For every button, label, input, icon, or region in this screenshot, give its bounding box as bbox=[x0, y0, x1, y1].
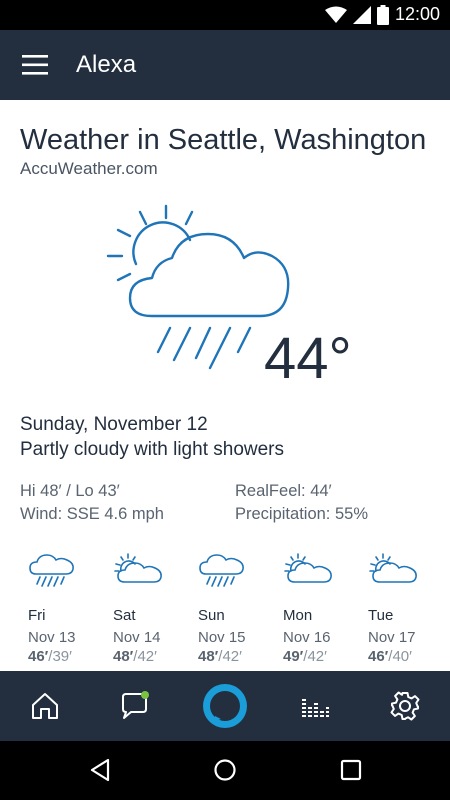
weather-title: Weather in Seattle, Washington bbox=[20, 124, 427, 156]
forecast-high: 48′ bbox=[113, 648, 134, 665]
hamburger-menu-icon bbox=[22, 55, 48, 75]
weather-card: Weather in Seattle, Washington AccuWeath… bbox=[0, 100, 450, 670]
conversations-button[interactable] bbox=[90, 671, 180, 741]
android-navigation-bar bbox=[0, 741, 450, 800]
rain-cloud-icon bbox=[29, 554, 74, 587]
back-icon[interactable] bbox=[86, 755, 116, 785]
forecast-temps: 46′/40′ bbox=[368, 648, 412, 665]
precipitation-chance: Precipitation: 55% bbox=[235, 505, 368, 523]
recents-icon[interactable] bbox=[336, 755, 366, 785]
wind-speed: Wind: SSE 4.6 mph bbox=[20, 505, 164, 523]
settings-gear-icon bbox=[390, 691, 420, 721]
hi-lo-temperature: Hi 48′ / Lo 43′ bbox=[20, 482, 120, 500]
battery-icon bbox=[376, 4, 389, 25]
home-button[interactable] bbox=[0, 671, 90, 741]
forecast-high: 46′ bbox=[368, 648, 389, 665]
rain-cloud-icon bbox=[199, 554, 244, 587]
forecast-day-name: Mon bbox=[283, 607, 313, 624]
forecast-temps: 49′/42′ bbox=[283, 648, 327, 665]
partly-cloudy-icon bbox=[284, 553, 332, 583]
five-day-forecast: Fri Nov 13 46′/39′ Sat Nov 14 48′/42′ Su… bbox=[0, 550, 450, 670]
partly-cloudy-icon bbox=[369, 553, 417, 583]
status-icons: 12:00 bbox=[324, 4, 440, 25]
forecast-day-name: Tue bbox=[368, 607, 394, 624]
music-button[interactable] bbox=[270, 671, 360, 741]
home-circle-icon[interactable] bbox=[210, 755, 240, 785]
forecast-low: /42′ bbox=[218, 648, 242, 665]
forecast-high: 49′ bbox=[283, 648, 304, 665]
home-icon bbox=[32, 693, 58, 719]
bottom-navigation bbox=[0, 671, 450, 741]
music-equalizer-icon bbox=[302, 699, 329, 717]
status-bar: 12:00 bbox=[0, 0, 450, 30]
forecast-date: Nov 16 bbox=[283, 629, 331, 646]
cell-signal-icon bbox=[352, 5, 371, 24]
forecast-day-name: Sat bbox=[113, 607, 136, 624]
forecast-date: Nov 13 bbox=[28, 629, 76, 646]
alexa-ring-icon bbox=[203, 684, 247, 728]
realfeel-temperature: RealFeel: 44′ bbox=[235, 482, 332, 500]
status-time: 12:00 bbox=[394, 4, 440, 24]
forecast-low: /42′ bbox=[133, 648, 157, 665]
settings-button[interactable] bbox=[360, 671, 450, 741]
forecast-high: 48′ bbox=[198, 648, 219, 665]
forecast-high: 46′ bbox=[28, 648, 49, 665]
menu-button[interactable] bbox=[18, 50, 52, 80]
forecast-temps: 48′/42′ bbox=[198, 648, 242, 665]
wifi-icon bbox=[324, 6, 347, 23]
alexa-voice-button[interactable] bbox=[180, 671, 270, 741]
forecast-low: /39′ bbox=[48, 648, 72, 665]
forecast-date: Nov 15 bbox=[198, 629, 246, 646]
app-header: Alexa bbox=[0, 30, 450, 100]
conversation-icon bbox=[122, 691, 149, 719]
weather-source: AccuWeather.com bbox=[20, 159, 158, 178]
forecast-day-name: Fri bbox=[28, 607, 46, 624]
current-temperature: 44° bbox=[264, 326, 352, 391]
forecast-temps: 46′/39′ bbox=[28, 648, 72, 665]
app-title: Alexa bbox=[76, 51, 137, 78]
forecast-low: /40′ bbox=[388, 648, 412, 665]
forecast-low: /42′ bbox=[303, 648, 327, 665]
forecast-temps: 48′/42′ bbox=[113, 648, 157, 665]
forecast-date: Nov 17 bbox=[368, 629, 416, 646]
forecast-date: Nov 14 bbox=[113, 629, 161, 646]
partly-cloudy-icon bbox=[114, 553, 162, 583]
current-date: Sunday, November 12 bbox=[20, 414, 208, 435]
forecast-day-name: Sun bbox=[198, 607, 225, 624]
weather-summary: Partly cloudy with light showers bbox=[20, 439, 284, 460]
